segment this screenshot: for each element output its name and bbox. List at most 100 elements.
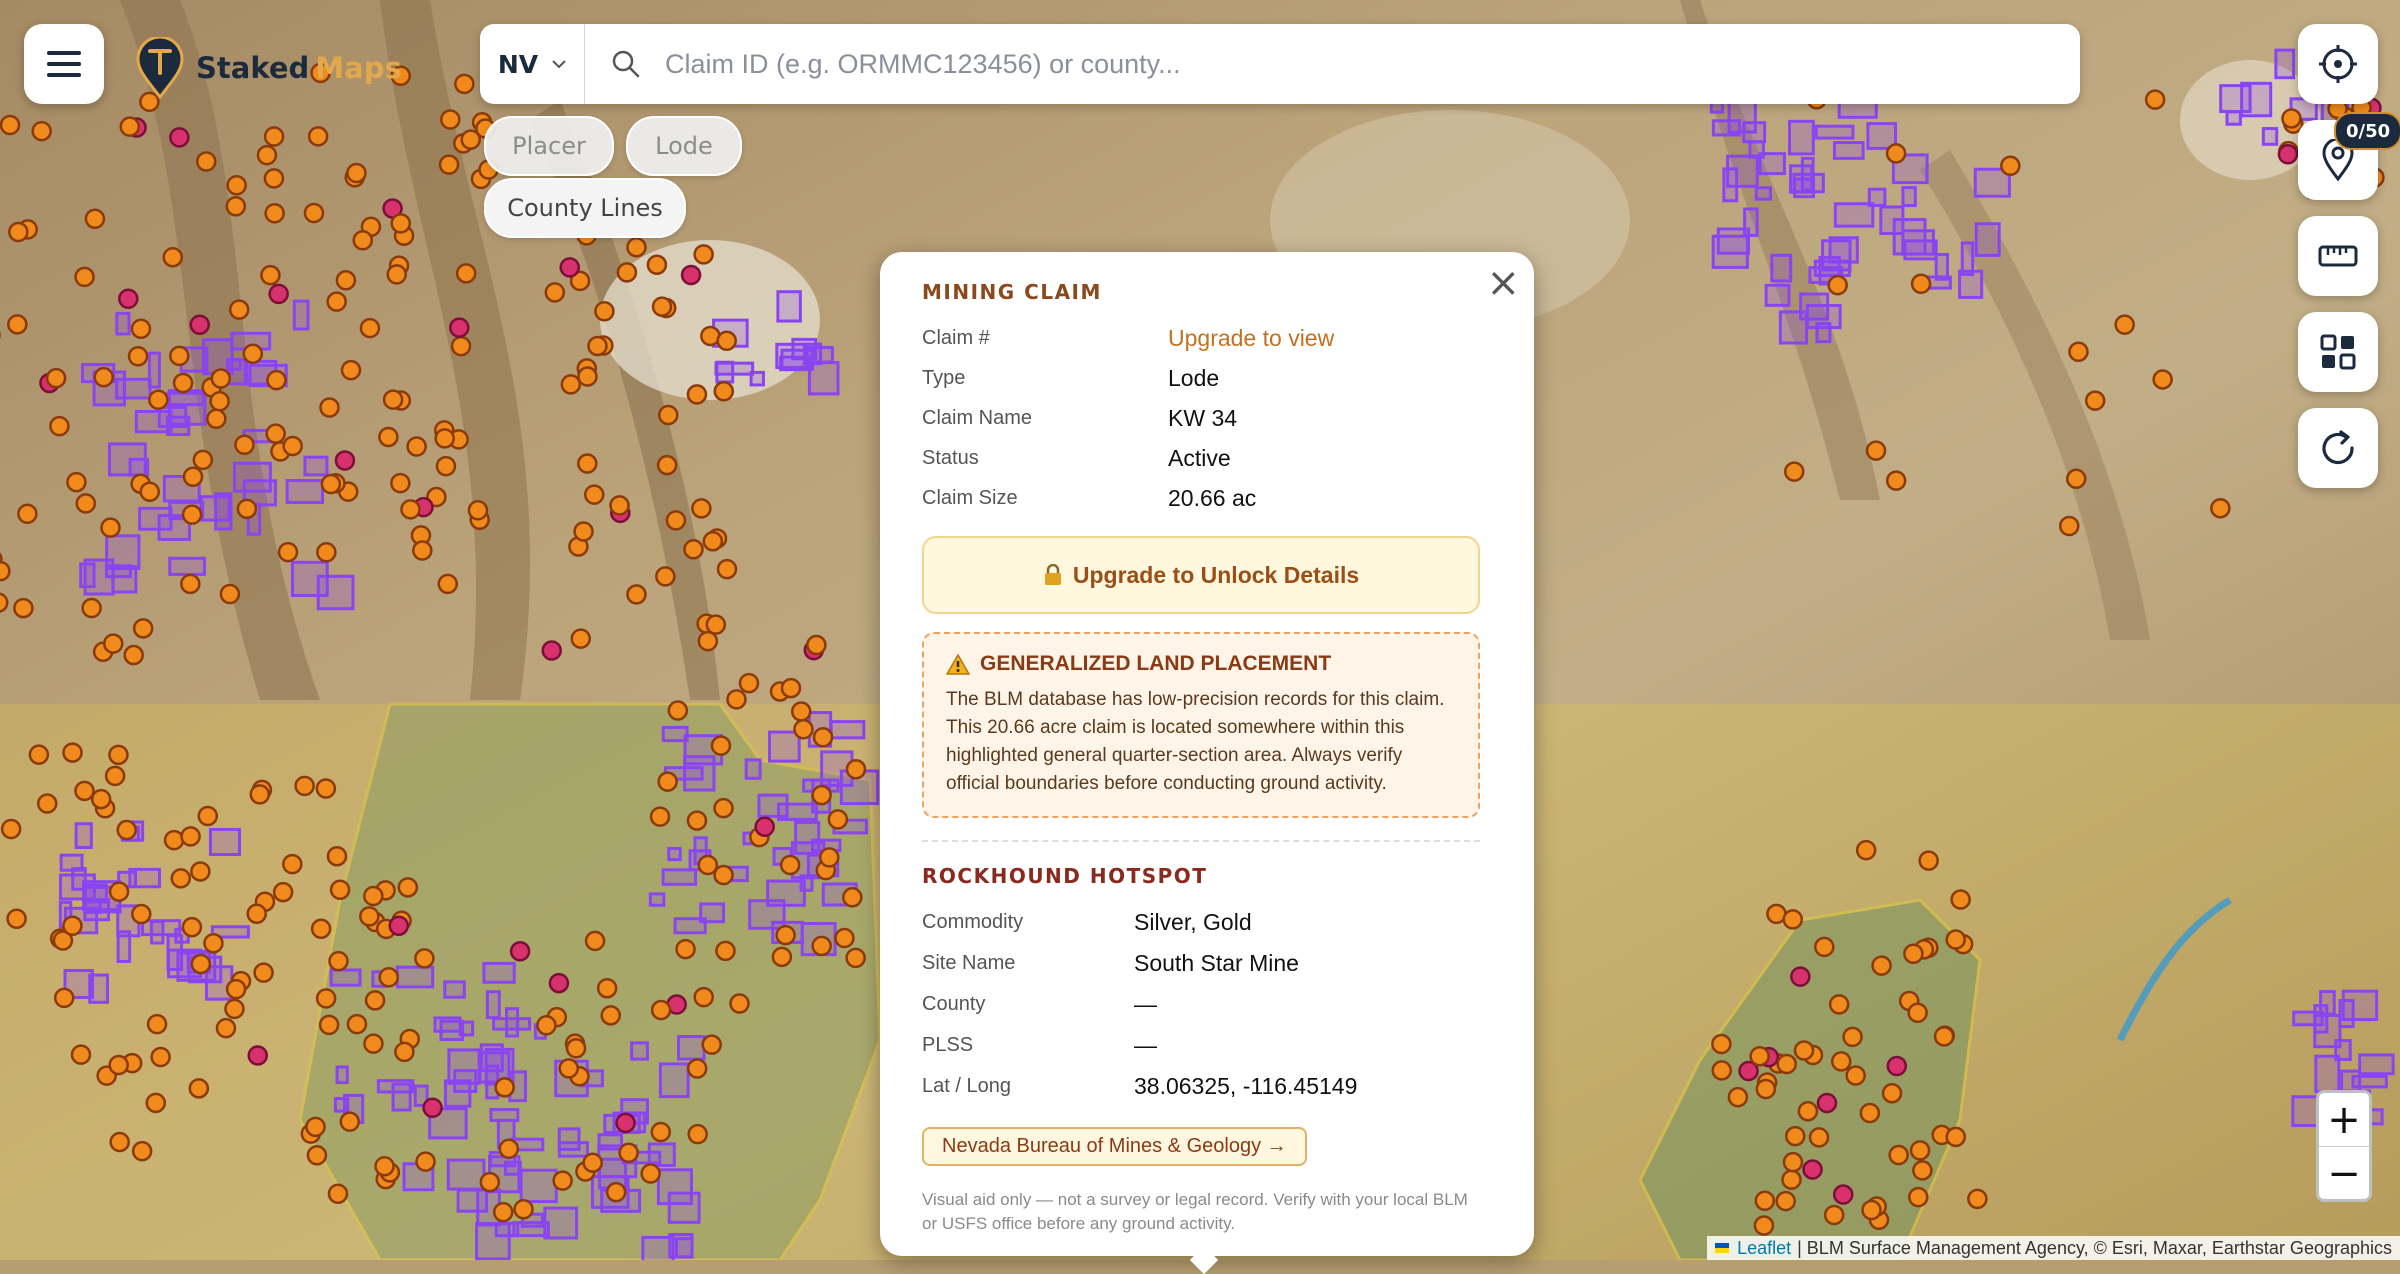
claim-polygon (395, 965, 435, 989)
claim-polygon (658, 1062, 690, 1099)
layers-button[interactable] (2298, 312, 2378, 392)
claim-polygon (1832, 141, 1865, 160)
claim-polygon (1800, 156, 1815, 192)
claim-marker (307, 126, 329, 147)
upgrade-unlock-label: Upgrade to Unlock Details (1072, 561, 1360, 588)
claim-marker (780, 677, 802, 699)
claim-marker (1775, 1190, 1796, 1212)
zoom-out-button[interactable]: − (2319, 1146, 2369, 1200)
claim-polygon (443, 980, 466, 999)
claim-field-row: Claim Name KW 34 (922, 398, 1480, 438)
claim-field-row: Claim # Upgrade to view (922, 318, 1480, 358)
claim-marker (1782, 909, 1804, 930)
claim-marker (203, 933, 224, 954)
claim-marker (438, 154, 460, 175)
claim-marker (2065, 468, 2087, 490)
brand-name-part1: Staked (196, 51, 310, 85)
claim-polygon (1901, 186, 1917, 208)
grid-icon (2320, 334, 2356, 370)
rock-field-value: — (1134, 1032, 1157, 1058)
zoom-in-button[interactable]: + (2319, 1093, 2369, 1146)
claim-marker (1711, 1060, 1732, 1081)
claim-popup: × MINING CLAIM Claim # Upgrade to view T… (880, 252, 1534, 1256)
locate-button[interactable] (2298, 24, 2378, 104)
claim-marker (74, 266, 95, 288)
claim-polygon (2314, 1054, 2341, 1094)
claim-polygon (446, 1158, 486, 1191)
rock-field-label: County (922, 993, 986, 1015)
claim-polygon (1903, 239, 1938, 261)
rock-field-value: 38.06325, -116.45149 (1134, 1073, 1358, 1099)
hotspot-marker (247, 1045, 269, 1066)
claim-marker (282, 435, 303, 457)
claim-marker (306, 1144, 328, 1166)
claim-marker (17, 503, 38, 525)
claim-polygon (58, 873, 96, 901)
claim-marker (1755, 1078, 1777, 1100)
claim-marker (181, 504, 203, 525)
claim-marker (1967, 1188, 1988, 1210)
claim-marker (600, 1005, 621, 1026)
claim-marker (573, 521, 594, 542)
claim-marker (100, 517, 121, 538)
claim-marker (294, 775, 315, 797)
claim-marker (131, 1140, 153, 1162)
claim-polygon (2261, 127, 2279, 146)
claim-marker (640, 1163, 661, 1184)
claim-marker (845, 759, 867, 780)
filter-chip-placer[interactable]: Placer (484, 116, 614, 176)
filter-chip-lode[interactable]: Lode (626, 116, 742, 176)
claim-marker (657, 771, 678, 792)
claim-field-row: Status Active (922, 438, 1480, 478)
lock-icon (1044, 564, 1061, 585)
claim-marker (1950, 889, 1971, 910)
claim-marker (1888, 1144, 1909, 1166)
state-value: NV (497, 49, 539, 79)
logo-pin-icon (136, 37, 184, 99)
claim-marker (467, 499, 489, 521)
upgrade-to-view-link[interactable]: Upgrade to view (1168, 325, 1334, 352)
claim-marker (1855, 839, 1877, 861)
refresh-button[interactable] (2298, 408, 2378, 488)
state-select[interactable]: NV (480, 24, 585, 104)
upgrade-unlock-button[interactable]: Upgrade to Unlock Details (922, 536, 1480, 614)
claim-marker (1903, 943, 1924, 964)
claim-marker (616, 262, 638, 283)
claim-polygon (485, 990, 501, 1020)
claim-marker (565, 1038, 587, 1059)
claim-polygon (2313, 1004, 2329, 1034)
claim-marker (266, 369, 287, 391)
claim-marker (109, 1131, 130, 1153)
claim-marker (544, 282, 566, 303)
claim-marker (315, 988, 337, 1009)
claim-polygon (647, 1142, 676, 1167)
claim-marker (455, 263, 477, 284)
claim-field-label: Status (922, 446, 979, 469)
rock-field-row: Site Name South Star Mine (922, 943, 1480, 984)
claim-polygon (214, 492, 233, 531)
warning-icon (946, 653, 970, 675)
filter-chip-county-lines[interactable]: County Lines (484, 178, 686, 238)
chevron-down-icon (552, 60, 566, 69)
menu-button[interactable] (24, 24, 104, 104)
claim-marker (0, 592, 9, 613)
hotspot-marker (615, 1112, 636, 1134)
measure-button[interactable] (2298, 216, 2378, 296)
section-divider (922, 840, 1480, 842)
brand-logo[interactable]: Staked Maps (134, 36, 402, 100)
claim-marker (318, 1014, 340, 1036)
claim-marker (190, 861, 211, 882)
leaflet-link[interactable]: Leaflet (1737, 1238, 1791, 1259)
claim-polygon (166, 391, 205, 407)
claim-field-value: Lode (1168, 364, 1220, 391)
close-icon[interactable]: × (1486, 260, 1520, 306)
claim-fields: Claim # Upgrade to view Type Lode Claim … (922, 318, 1480, 518)
claim-marker (215, 1017, 237, 1039)
search-input[interactable] (663, 47, 2027, 81)
hotspot-marker (334, 450, 356, 471)
claim-marker (277, 541, 299, 563)
nbmg-link[interactable]: Nevada Bureau of Mines & Geology → (922, 1127, 1307, 1166)
claim-marker (130, 318, 152, 340)
map-attribution: Leaflet | BLM Surface Management Agency,… (1707, 1236, 2400, 1260)
claim-marker (1885, 470, 1907, 491)
